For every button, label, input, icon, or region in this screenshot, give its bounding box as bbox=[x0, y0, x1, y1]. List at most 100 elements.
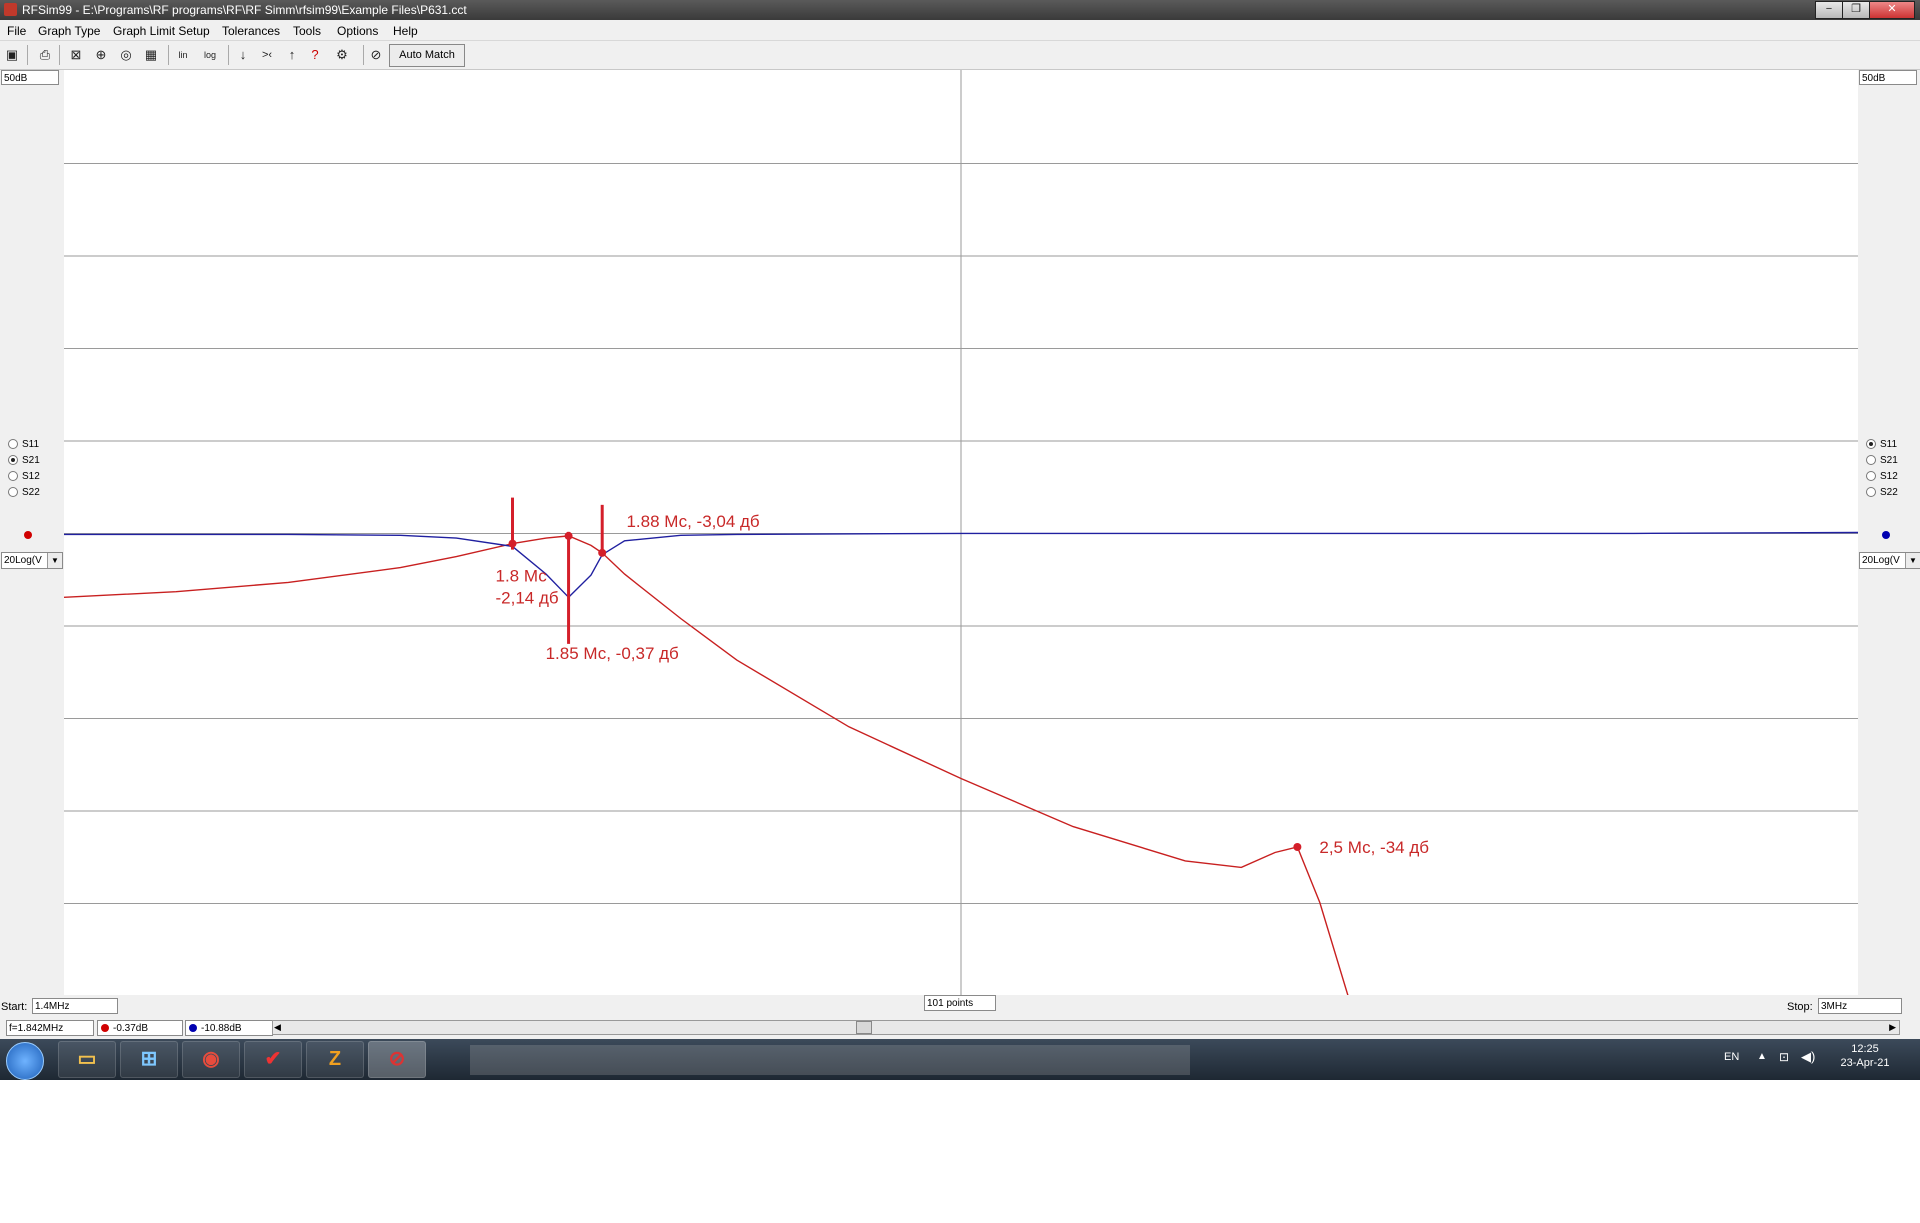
auto-match-button[interactable]: Auto Match bbox=[389, 44, 465, 67]
tray-expand-icon[interactable]: ▲ bbox=[1757, 1051, 1767, 1062]
right-panel: 50dB S11 S21 S12 S22 20Log(V ▼ bbox=[1858, 70, 1920, 995]
taskbar: ▭ ⊞ ◉ ✔ Z ⊘ EN ▲ ⊡ ◀) 12:25 23-Apr-21 bbox=[0, 1039, 1920, 1080]
open-icon[interactable]: ▣ bbox=[3, 46, 21, 64]
marker-point bbox=[564, 531, 573, 540]
zoom-icon[interactable]: >‹ bbox=[258, 46, 276, 64]
radio-icon bbox=[8, 439, 18, 450]
explorer-icon[interactable]: ▭ bbox=[58, 1041, 116, 1078]
clock[interactable]: 12:25 23-Apr-21 bbox=[1830, 1043, 1900, 1069]
up-arrow-icon[interactable]: ↑ bbox=[283, 46, 301, 64]
menu-tools[interactable]: Tools bbox=[293, 24, 321, 38]
markers bbox=[508, 497, 1302, 851]
chevron-down-icon: ▼ bbox=[47, 553, 62, 568]
frequency-readout: f=1.842MHz bbox=[6, 1020, 94, 1036]
tune-icon[interactable]: ⚙ bbox=[333, 46, 351, 64]
plot-area[interactable]: 1.88 Мс, -3,04 дб 1.8 Мс -2,14 дб 1.85 Мс, … bbox=[63, 70, 1859, 1181]
sweep-controls: Start: 1.4MHz 101 points Stop: 3MHz bbox=[0, 995, 1920, 1017]
window-preview bbox=[470, 1045, 1190, 1075]
menu-tolerances[interactable]: Tolerances bbox=[222, 24, 280, 38]
blue-readout: -10.88dB bbox=[185, 1020, 273, 1036]
smith-icon[interactable]: ⊕ bbox=[92, 46, 110, 64]
filezilla-icon[interactable]: Z bbox=[306, 1041, 364, 1078]
viber-icon[interactable]: ✔ bbox=[244, 1041, 302, 1078]
left-panel: 50dB S11 S21 S12 S22 20Log(V ▼ bbox=[0, 70, 64, 995]
menu-graph-limit-setup[interactable]: Graph Limit Setup bbox=[113, 24, 210, 38]
right-trace-color-marker bbox=[1882, 531, 1890, 539]
frequency-scrollbar[interactable]: ◀ ▶ bbox=[272, 1020, 1900, 1035]
right-radio-s22[interactable]: S22 bbox=[1866, 487, 1898, 503]
toolbar: ▣ ⎙ ⊠ ⊕ ◎ ▦ lin log ↓ >‹ ↑ ? ⚙ ⊘ Auto Ma… bbox=[0, 41, 1920, 70]
help-icon[interactable]: ? bbox=[306, 46, 324, 64]
language-indicator[interactable]: EN bbox=[1724, 1051, 1739, 1063]
red-readout: -0.37dB bbox=[97, 1020, 183, 1036]
network-tray-icon[interactable]: ⊡ bbox=[1779, 1050, 1789, 1064]
marker-annotation: -2,14 дб bbox=[496, 589, 559, 608]
chevron-down-icon: ▼ bbox=[1905, 553, 1920, 568]
window-title: RFSim99 - E:\Programs\RF programs\RF\RF … bbox=[22, 3, 467, 17]
radio-icon bbox=[8, 487, 18, 498]
menu-graph-type[interactable]: Graph Type bbox=[38, 24, 100, 38]
menu-file[interactable]: File bbox=[7, 24, 26, 38]
app-icon bbox=[4, 3, 17, 16]
scroll-left-icon[interactable]: ◀ bbox=[274, 1021, 281, 1034]
radio-icon bbox=[8, 471, 18, 482]
radio-icon bbox=[1866, 471, 1876, 482]
stop-input[interactable]: 3MHz bbox=[1818, 998, 1902, 1014]
start-label: Start: bbox=[1, 1001, 28, 1013]
grid-lines bbox=[64, 70, 1858, 995]
left-trace-color-marker bbox=[24, 531, 32, 539]
red-dot-icon bbox=[101, 1024, 109, 1032]
right-radio-s21[interactable]: S21 bbox=[1866, 455, 1898, 471]
network-icon[interactable]: ⊞ bbox=[120, 1041, 178, 1078]
scroll-thumb[interactable] bbox=[856, 1021, 872, 1034]
marker-annotation: 1.85 Мс, -0,37 дб bbox=[546, 644, 679, 663]
radio-icon bbox=[1866, 455, 1876, 466]
s-parameter-chart: 1.88 Мс, -3,04 дб 1.8 Мс -2,14 дб 1.85 Мс, … bbox=[63, 70, 1859, 1181]
graph-icon[interactable]: ⊠ bbox=[67, 46, 85, 64]
clock-time: 12:25 bbox=[1851, 1043, 1879, 1055]
start-icon[interactable] bbox=[6, 1042, 44, 1080]
left-scale-select[interactable]: 20Log(V ▼ bbox=[1, 552, 63, 569]
table-icon[interactable]: ▦ bbox=[142, 46, 160, 64]
menu-help[interactable]: Help bbox=[393, 24, 418, 38]
blue-dot-icon bbox=[189, 1024, 197, 1032]
minimize-button[interactable]: − bbox=[1815, 1, 1843, 19]
marker-point bbox=[508, 539, 517, 548]
title-bar: RFSim99 - E:\Programs\RF programs\RF\RF … bbox=[0, 0, 1920, 20]
marker-annotation: 2,5 Мс, -34 дб bbox=[1319, 838, 1429, 857]
volume-icon[interactable]: ◀) bbox=[1801, 1049, 1815, 1065]
match-icon[interactable]: ⊘ bbox=[367, 46, 385, 64]
chrome-icon[interactable]: ◉ bbox=[182, 1041, 240, 1078]
readout-bar: f=1.842MHz -0.37dB -10.88dB ◀ ▶ bbox=[0, 1017, 1920, 1039]
right-radio-s11[interactable]: S11 bbox=[1866, 439, 1898, 455]
right-param-group: S11 S21 S12 S22 bbox=[1866, 439, 1898, 503]
left-radio-s22[interactable]: S22 bbox=[8, 487, 40, 503]
marker-annotation: 1.88 Мс, -3,04 дб bbox=[626, 512, 759, 531]
right-scale-top[interactable]: 50dB bbox=[1859, 70, 1917, 85]
radio-icon bbox=[1866, 487, 1876, 498]
menu-options[interactable]: Options bbox=[337, 24, 378, 38]
radio-selected-icon bbox=[1866, 439, 1876, 450]
clock-date: 23-Apr-21 bbox=[1840, 1057, 1890, 1069]
left-radio-s11[interactable]: S11 bbox=[8, 439, 40, 455]
right-radio-s12[interactable]: S12 bbox=[1866, 471, 1898, 487]
linear-icon[interactable]: lin bbox=[174, 46, 192, 64]
left-radio-s12[interactable]: S12 bbox=[8, 471, 40, 487]
print-icon[interactable]: ⎙ bbox=[36, 46, 54, 64]
log-icon[interactable]: log bbox=[201, 46, 219, 64]
down-arrow-icon[interactable]: ↓ bbox=[234, 46, 252, 64]
menu-bar: File Graph Type Graph Limit Setup Tolera… bbox=[0, 20, 1920, 41]
right-scale-select[interactable]: 20Log(V ▼ bbox=[1859, 552, 1920, 569]
maximize-button[interactable]: ❐ bbox=[1842, 1, 1870, 19]
points-input[interactable]: 101 points bbox=[924, 995, 996, 1011]
left-radio-s21[interactable]: S21 bbox=[8, 455, 40, 471]
left-scale-top[interactable]: 50dB bbox=[1, 70, 59, 85]
scroll-right-icon[interactable]: ▶ bbox=[1889, 1021, 1896, 1034]
start-input[interactable]: 1.4MHz bbox=[32, 998, 118, 1014]
polar-icon[interactable]: ◎ bbox=[117, 46, 135, 64]
marker-annotation: 1.8 Мс bbox=[496, 567, 548, 586]
rfsim-icon[interactable]: ⊘ bbox=[368, 1041, 426, 1078]
close-button[interactable]: ✕ bbox=[1869, 1, 1915, 19]
left-param-group: S11 S21 S12 S22 bbox=[8, 439, 40, 503]
marker-point bbox=[598, 548, 607, 557]
